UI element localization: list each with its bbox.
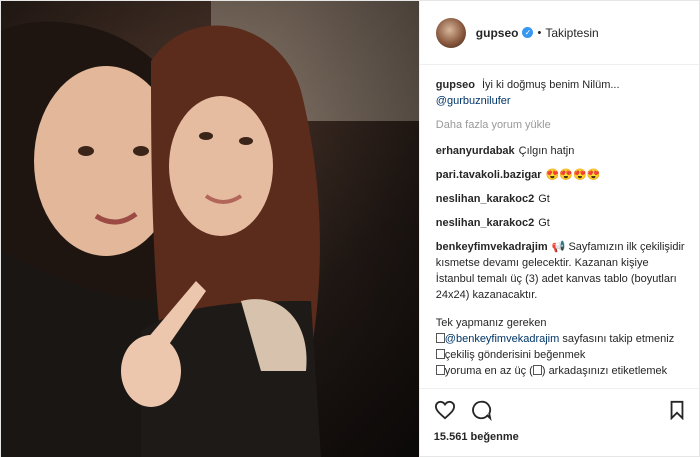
comment-username[interactable]: pari.tavakoli.bazigar bbox=[436, 169, 542, 181]
promo-step-2-text: çekiliş gönderisini beğenmek bbox=[444, 349, 586, 361]
promo-subheading: Tek yapmanız gereken bbox=[435, 317, 547, 329]
keycap-3-icon bbox=[435, 365, 445, 375]
comment-text: Gt bbox=[538, 193, 550, 205]
promo-username[interactable]: benkeyfimvekadrajim bbox=[436, 241, 548, 253]
promo-step-3-text-a: yoruma en az üç ( bbox=[444, 365, 533, 377]
promo-comment: benkeyfimvekadrajim 📢 Sayfamızın ilk çeki… bbox=[435, 239, 685, 379]
caption-username[interactable]: gupseo bbox=[436, 79, 475, 91]
promo-step-1: @benkeyfimvekadrajim sayfasını takip etm… bbox=[435, 331, 685, 347]
likes-count[interactable]: 15.561 beğenme bbox=[434, 431, 685, 443]
post-header: gupseo ✓ • Takiptesin bbox=[419, 1, 699, 65]
promo-step-1-mention[interactable]: @benkeyfimvekadrajim bbox=[445, 333, 560, 345]
instagram-post: gupseo ✓ • Takiptesin gupseo İyi ki doğm… bbox=[0, 0, 700, 457]
comments-list: gupseo İyi ki doğmuş benim Nilüm... @gur… bbox=[420, 65, 699, 388]
post-sidebar: gupseo ✓ • Takiptesin gupseo İyi ki doğm… bbox=[418, 1, 699, 457]
comment-text: 😍😍😍😍 bbox=[545, 169, 601, 181]
promo-step-3-text-b: ) arkadaşınızı etiketlemek bbox=[541, 365, 668, 377]
comment-item: erhanyurdabak Çılgın hatjn bbox=[436, 143, 685, 159]
post-actions: 15.561 beğenme bbox=[419, 388, 699, 457]
follow-status[interactable]: Takiptesin bbox=[545, 26, 598, 40]
comment-username[interactable]: neslihan_karakoc2 bbox=[436, 217, 534, 229]
comment-item: neslihan_karakoc2 Gt bbox=[436, 215, 685, 231]
bookmark-icon[interactable] bbox=[669, 400, 685, 420]
caption-text: İyi ki doğmuş benim Nilüm... bbox=[481, 79, 620, 91]
heart-icon[interactable] bbox=[434, 400, 456, 420]
comment-text: Çılgın hatjn bbox=[518, 145, 575, 157]
keycap-1-icon bbox=[435, 333, 445, 343]
promo-step-2: çekiliş gönderisini beğenmek bbox=[435, 347, 685, 363]
verified-badge-icon: ✓ bbox=[522, 27, 534, 38]
comment-item: neslihan_karakoc2 Gt bbox=[436, 191, 685, 207]
keycap-2-icon bbox=[435, 349, 445, 359]
separator-dot: • bbox=[537, 26, 542, 39]
comment-username[interactable]: erhanyurdabak bbox=[436, 145, 515, 157]
comment-item: pari.tavakoli.bazigar 😍😍😍😍 bbox=[436, 167, 685, 183]
comment-bubble-icon[interactable] bbox=[470, 399, 492, 421]
keycap-3-inline-icon bbox=[532, 365, 542, 375]
caption: gupseo İyi ki doğmuş benim Nilüm... @gur… bbox=[436, 77, 685, 109]
promo-step-1-text: sayfasını takip etmeniz bbox=[559, 333, 675, 345]
post-photo[interactable] bbox=[1, 1, 419, 457]
avatar[interactable] bbox=[435, 17, 466, 48]
photo-illustration bbox=[1, 1, 419, 457]
header-username[interactable]: gupseo bbox=[476, 26, 519, 40]
action-icons bbox=[434, 397, 685, 423]
load-more-comments[interactable]: Daha fazla yorum yükle bbox=[436, 117, 685, 133]
caption-mention[interactable]: @gurbuznilufer bbox=[436, 93, 685, 109]
comment-text: Gt bbox=[538, 217, 550, 229]
comment-username[interactable]: neslihan_karakoc2 bbox=[436, 193, 534, 205]
promo-step-3: yoruma en az üç ( ) arkadaşınızı etiketle… bbox=[435, 363, 685, 379]
